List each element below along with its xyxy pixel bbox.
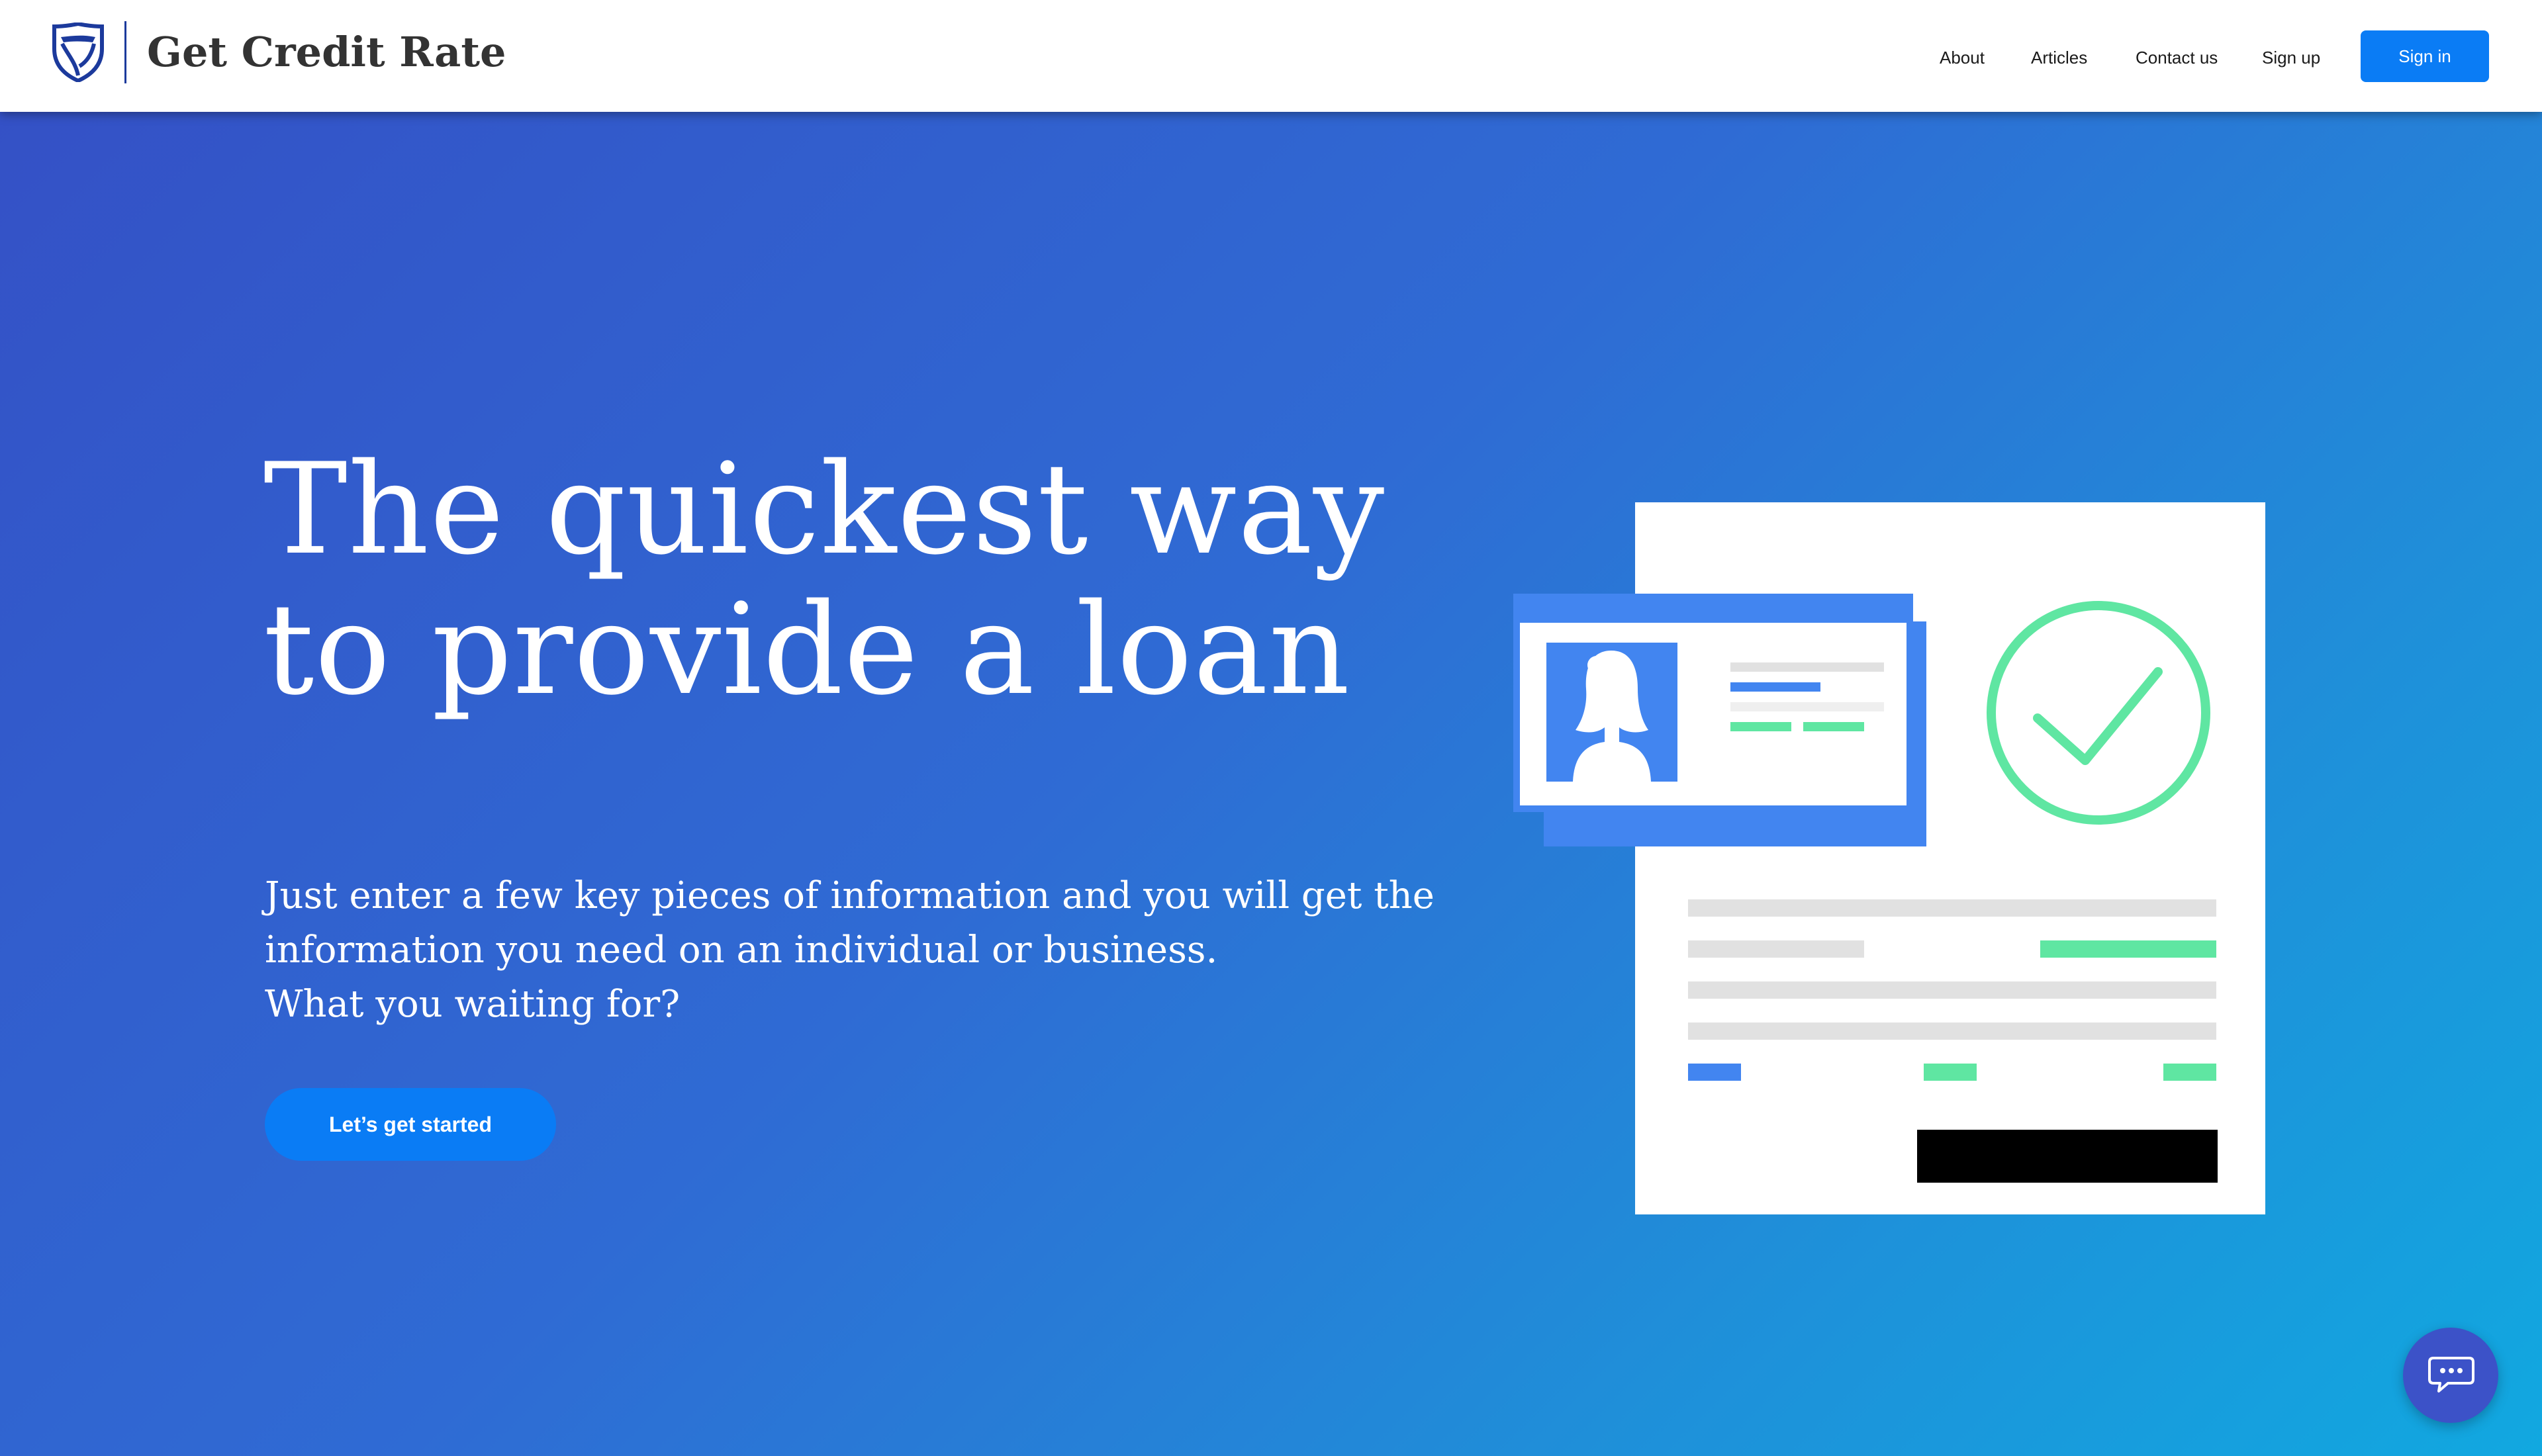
card-tag [1730, 722, 1791, 731]
person-avatar-icon [1546, 643, 1677, 782]
card-text-line [1730, 662, 1884, 672]
shield-icon[interactable] [52, 23, 105, 82]
card-text-line [1730, 682, 1820, 692]
hero-title-line: to provide a loan [263, 576, 1351, 723]
checkmark-icon [1987, 601, 2210, 825]
get-started-button[interactable]: Let’s get started [265, 1088, 556, 1161]
doc-text-line [1688, 899, 2216, 917]
hero-subtitle-line: Just enter a few key pieces of informati… [265, 874, 1435, 917]
logo-divider [124, 21, 126, 83]
doc-highlight-line [2040, 940, 2216, 958]
card-tag [1803, 722, 1864, 731]
nav-articles-link[interactable]: Articles [2031, 46, 2087, 69]
card-text-line [1730, 702, 1884, 711]
id-card-icon [1513, 594, 1913, 812]
nav-about-link[interactable]: About [1940, 46, 1985, 69]
doc-text-line [1688, 981, 2216, 999]
doc-redacted-bar [1917, 1130, 2218, 1183]
doc-tag [1924, 1064, 1977, 1081]
brand-name[interactable]: Get Credit Rate [147, 25, 506, 79]
doc-text-line [1688, 940, 1864, 958]
nav-signup-link[interactable]: Sign up [2262, 46, 2320, 69]
credit-report-illustration [1509, 502, 2271, 1224]
doc-tag [1688, 1064, 1741, 1081]
hero-title: The quickest way to provide a loan [263, 439, 1521, 720]
hero-section: The quickest way to provide a loan Just … [0, 112, 2542, 1456]
hero-title-line: The quickest way [263, 436, 1386, 582]
hero-subtitle-line: What you waiting for? [265, 983, 681, 1026]
doc-text-line [1688, 1023, 2216, 1040]
doc-tag [2163, 1064, 2216, 1081]
hero-subtitle-line: information you need on an individual or… [265, 929, 1218, 972]
site-header: Get Credit Rate About Articles Contact u… [0, 0, 2542, 112]
chat-button[interactable] [2403, 1328, 2498, 1423]
chat-bubble-icon [2428, 1357, 2474, 1392]
hero-subtitle: Just enter a few key pieces of informati… [265, 869, 1456, 1032]
signin-button[interactable]: Sign in [2361, 30, 2489, 82]
nav-contact-link[interactable]: Contact us [2136, 46, 2218, 69]
